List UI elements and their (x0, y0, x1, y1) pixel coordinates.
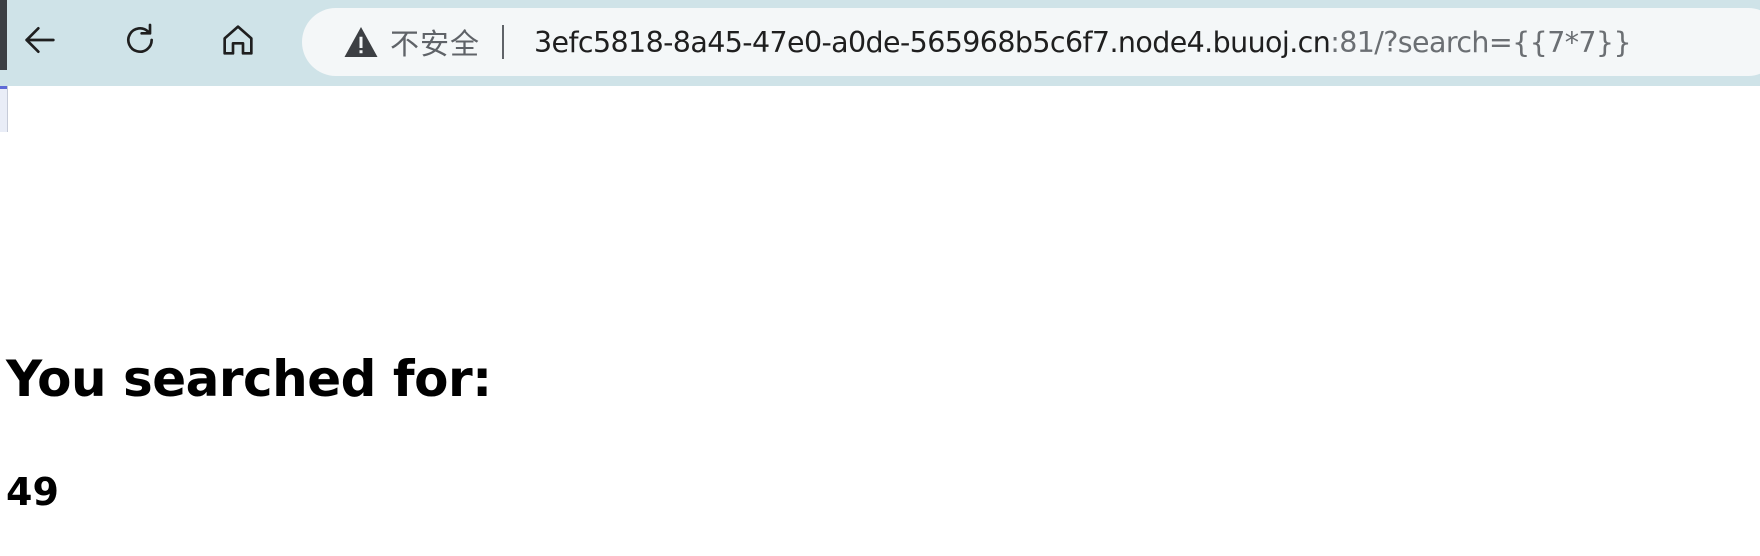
reload-button[interactable] (114, 16, 166, 68)
page-heading: You searched for: (6, 350, 492, 408)
window-edge (0, 0, 7, 70)
url-host: 3efc5818-8a45-47e0-a0de-565968b5c6f7.nod… (534, 25, 1331, 59)
search-result-value: 49 (6, 470, 59, 514)
warning-triangle-icon[interactable] (342, 23, 380, 61)
address-separator (502, 25, 505, 59)
back-arrow-icon (20, 20, 60, 64)
page-content: You searched for: 49 (6, 86, 1746, 556)
url-path: :81/?search={{7*7}} (1330, 25, 1631, 59)
address-bar[interactable]: 不安全 3efc5818-8a45-47e0-a0de-565968b5c6f7… (302, 8, 1760, 76)
security-status-label[interactable]: 不安全 (390, 21, 480, 63)
home-button[interactable] (212, 16, 264, 68)
reload-icon (120, 20, 160, 64)
url-text[interactable]: 3efc5818-8a45-47e0-a0de-565968b5c6f7.nod… (534, 25, 1632, 59)
home-icon (218, 20, 258, 64)
back-button[interactable] (14, 16, 66, 68)
browser-toolbar: 不安全 3efc5818-8a45-47e0-a0de-565968b5c6f7… (0, 0, 1760, 86)
